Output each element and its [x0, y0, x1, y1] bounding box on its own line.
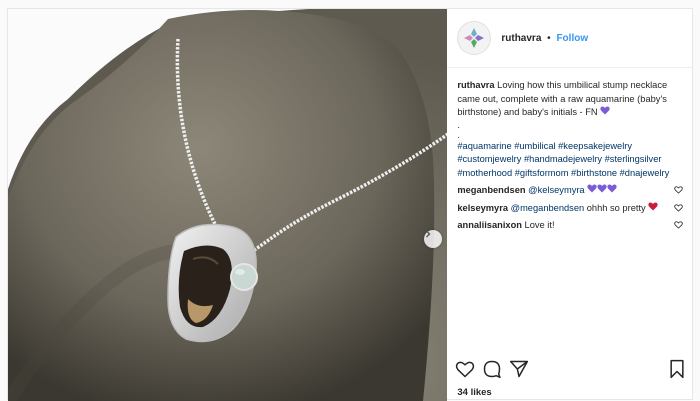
caption-username[interactable]: ruthavra	[457, 80, 494, 90]
separator-dot: •	[547, 32, 551, 44]
caption-hashtags[interactable]: #aquamarine #umbilical #keepsakejewelry …	[457, 140, 685, 181]
comment-icon[interactable]	[482, 359, 502, 379]
follow-button[interactable]: Follow	[556, 33, 588, 44]
purple-heart-icon	[587, 184, 597, 193]
bookmark-icon[interactable]	[667, 359, 687, 379]
purple-heart-icon	[607, 184, 617, 193]
necklace-photo	[8, 9, 448, 401]
like-comment-heart-icon[interactable]	[674, 203, 684, 212]
logo-icon	[464, 28, 485, 48]
caption-dot-1: .	[457, 119, 460, 130]
purple-heart-icon	[600, 106, 610, 115]
post-card: ruthavra • Follow ruthavra Loving how th…	[7, 8, 693, 401]
purple-heart-icon	[597, 184, 607, 193]
caption: ruthavra Loving how this umbilical stump…	[457, 79, 685, 180]
post-sidebar: ruthavra • Follow ruthavra Loving how th…	[447, 9, 692, 401]
post-image[interactable]	[8, 9, 448, 401]
like-comment-heart-icon[interactable]	[674, 186, 684, 194]
comment-mention[interactable]: @kelseymyra	[528, 185, 584, 195]
chevron-right-icon	[426, 230, 431, 238]
likes-count[interactable]: 34 likes	[457, 387, 491, 398]
heart-icon[interactable]	[455, 359, 475, 379]
comment: kelseymyra @meganbendsen ohhh so pretty	[457, 201, 685, 216]
avatar[interactable]	[457, 21, 492, 55]
comment-username[interactable]: meganbendsen	[457, 185, 525, 195]
comment-username[interactable]: annaliisanixon	[457, 220, 522, 230]
comment-username[interactable]: kelseymyra	[457, 203, 508, 213]
comment-text: ohhh so pretty	[586, 202, 646, 213]
post-header: ruthavra • Follow	[447, 9, 692, 68]
comment: meganbendsen @kelseymyra	[457, 184, 685, 198]
action-bar	[455, 359, 687, 381]
share-icon[interactable]	[509, 359, 529, 379]
comment-text: Love it!	[524, 220, 555, 230]
comment-mention[interactable]: @meganbendsen	[511, 203, 585, 213]
like-comment-heart-icon[interactable]	[674, 221, 684, 229]
comment: annaliisanixon Love it!	[457, 219, 685, 233]
red-heart-icon	[648, 201, 658, 210]
comments-section: ruthavra Loving how this umbilical stump…	[457, 79, 685, 233]
next-image-button[interactable]	[424, 230, 442, 248]
caption-dot-2: .	[457, 129, 460, 140]
author-username[interactable]: ruthavra	[501, 33, 541, 44]
